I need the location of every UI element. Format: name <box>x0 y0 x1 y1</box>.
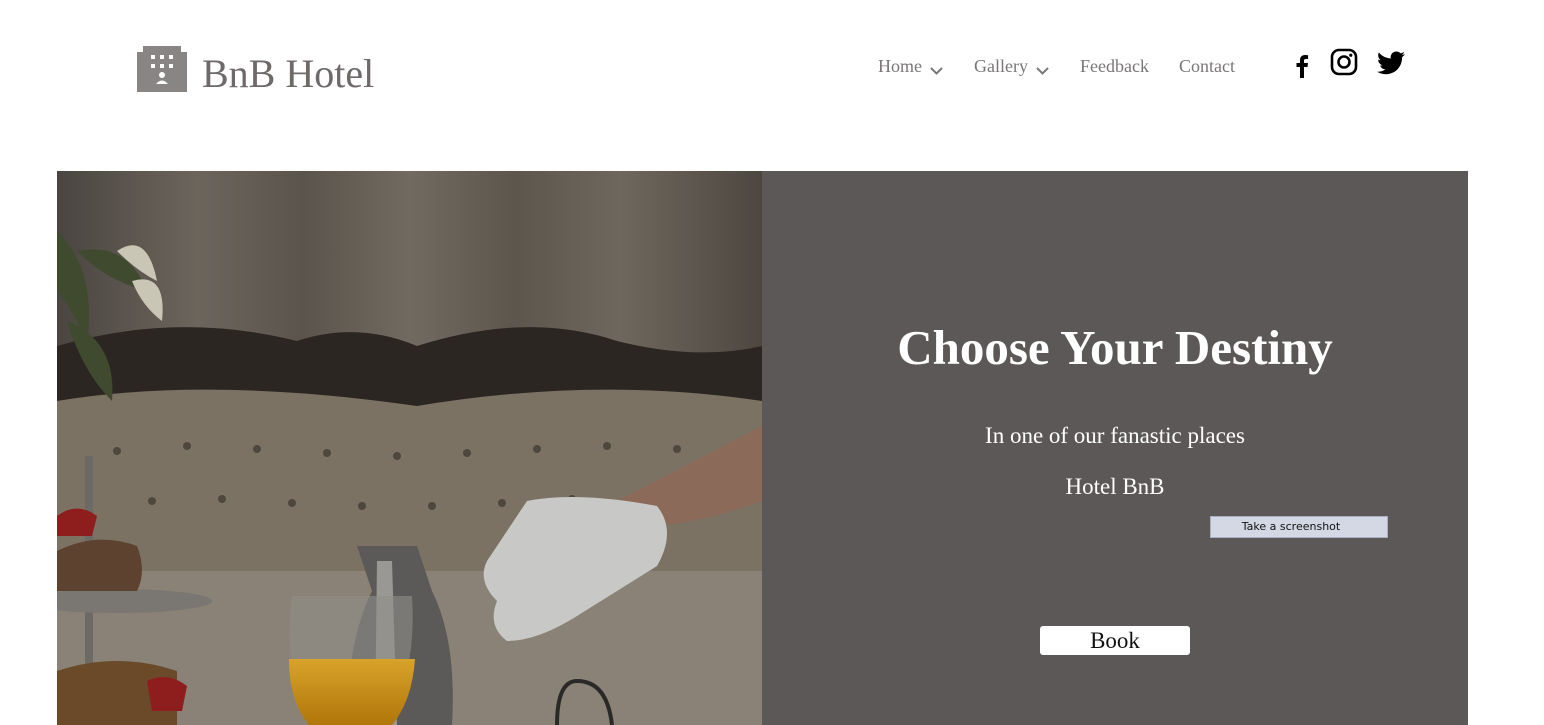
hero-section: Choose Your Destiny In one of our fanast… <box>57 171 1468 725</box>
nav-item-contact[interactable]: Contact <box>1179 56 1235 77</box>
nav-item-home[interactable]: Home <box>878 55 943 77</box>
nav-item-gallery[interactable]: Gallery <box>974 55 1049 77</box>
nav-item-feedback[interactable]: Feedback <box>1080 56 1149 77</box>
nav-item-label: Feedback <box>1080 55 1149 76</box>
hero-headline: Choose Your Destiny <box>897 320 1333 375</box>
hero-panel: Choose Your Destiny In one of our fanast… <box>762 171 1468 725</box>
nav-item-label: Gallery <box>974 55 1028 76</box>
hero-hotel-name: Hotel BnB <box>1065 474 1165 499</box>
book-button[interactable]: Book <box>1040 626 1190 655</box>
chevron-down-icon <box>1036 60 1049 75</box>
hero-subline: In one of our fanastic places <box>985 423 1245 448</box>
take-screenshot-button[interactable]: Take a screenshot <box>1210 516 1388 538</box>
nav-item-label: Home <box>878 55 922 76</box>
facebook-icon[interactable] <box>1292 54 1312 78</box>
nav-item-label: Contact <box>1179 55 1235 76</box>
instagram-icon[interactable] <box>1330 48 1358 76</box>
breakfast-room-service-photo <box>57 171 762 725</box>
brand-name[interactable]: BnB Hotel <box>202 54 374 94</box>
twitter-icon[interactable] <box>1377 51 1405 75</box>
hotel-building-icon <box>137 46 187 92</box>
chevron-down-icon <box>930 60 943 75</box>
logo[interactable] <box>137 46 187 92</box>
